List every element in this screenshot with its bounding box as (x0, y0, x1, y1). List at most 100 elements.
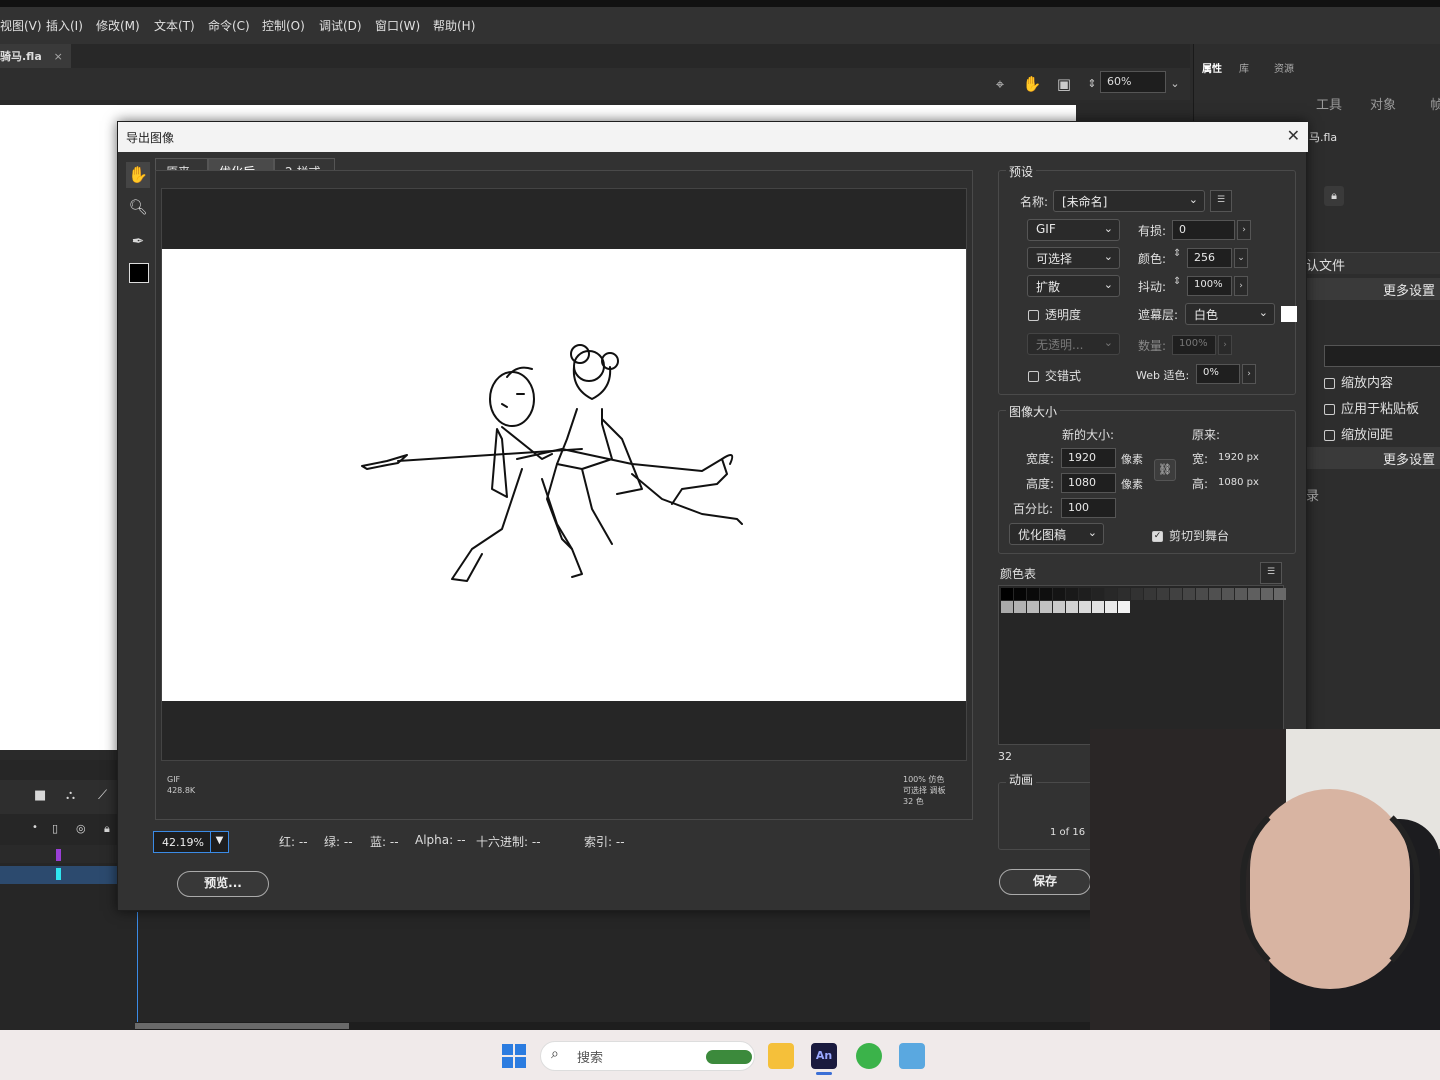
preview-image[interactable] (162, 249, 966, 701)
hand-icon[interactable]: ✋ (1022, 74, 1042, 94)
menu-text[interactable]: 文本(T) (154, 17, 195, 34)
scale-spacing-checkbox[interactable]: 缩放间距 (1324, 424, 1393, 443)
menu-view[interactable]: 视图(V) (0, 17, 42, 34)
close-icon[interactable]: ✕ (1287, 126, 1300, 145)
color-swatch[interactable] (1027, 601, 1039, 613)
matte-select[interactable]: 白色 ⌄ (1185, 303, 1275, 325)
color-swatch[interactable] (1170, 588, 1182, 600)
link-constrain-icon[interactable]: ⛓ (1154, 459, 1176, 481)
format-select[interactable]: GIF ⌄ (1027, 219, 1120, 241)
chevron-right-icon[interactable]: › (1234, 276, 1248, 296)
colors-stepper-icon[interactable]: ⇕ (1173, 248, 1181, 259)
zoom-icon[interactable]: 🔍︎ (126, 198, 150, 222)
color-swatch[interactable] (1066, 588, 1078, 600)
animate-app-icon[interactable]: An (811, 1043, 837, 1069)
tab-assets[interactable]: 资源 (1274, 60, 1294, 75)
menu-help[interactable]: 帮助(H) (433, 17, 475, 34)
color-swatch[interactable] (1261, 588, 1273, 600)
eye-hidden-icon[interactable]: ◎ (76, 822, 86, 835)
color-swatch[interactable] (1235, 588, 1247, 600)
value-input[interactable] (1324, 345, 1440, 367)
dither-select[interactable]: 扩散 ⌄ (1027, 275, 1120, 297)
scrollbar-thumb[interactable] (135, 1023, 349, 1029)
browser-icon[interactable] (856, 1043, 882, 1069)
preview-button[interactable]: 预览... (177, 871, 269, 897)
color-swatch[interactable] (1053, 601, 1065, 613)
color-swatch[interactable] (1001, 588, 1013, 600)
file-explorer-icon[interactable] (768, 1043, 794, 1069)
document-tab[interactable]: 骑马.fla × (0, 44, 71, 68)
color-swatch[interactable] (1144, 588, 1156, 600)
color-swatch[interactable] (1014, 588, 1026, 600)
color-table[interactable] (998, 585, 1286, 745)
transparency-type-select[interactable]: 无透明... ⌄ (1027, 333, 1120, 355)
preset-name-select[interactable]: [未命名] ⌄ (1053, 190, 1205, 212)
zoom-stepper-icon[interactable]: ⇕ (1082, 74, 1102, 94)
outline-icon[interactable]: ▯ (52, 822, 58, 835)
color-swatch[interactable] (1001, 601, 1013, 613)
more-settings-button-2[interactable]: 更多设置 (1306, 447, 1440, 469)
matte-color-swatch[interactable] (1281, 306, 1297, 322)
color-swatch[interactable] (1053, 588, 1065, 600)
resample-select[interactable]: 优化图稿 ⌄ (1009, 523, 1104, 545)
layer-parent-icon[interactable]: ⛬ (66, 788, 75, 803)
color-swatch[interactable] (1274, 588, 1286, 600)
windows-start-icon[interactable] (502, 1044, 526, 1068)
camera-icon[interactable]: ■ (34, 788, 46, 803)
scale-content-checkbox[interactable]: 缩放内容 (1324, 372, 1393, 391)
menu-modify[interactable]: 修改(M) (96, 17, 140, 34)
interlaced-checkbox[interactable]: 交错式 (1028, 367, 1081, 384)
timeline-layer-row-selected[interactable] (0, 866, 120, 884)
color-swatch[interactable] (1079, 588, 1091, 600)
chevron-down-icon[interactable]: ▼ (211, 831, 229, 853)
more-settings-button[interactable]: 更多设置 (1306, 278, 1440, 300)
chevron-right-icon[interactable]: › (1237, 220, 1251, 240)
web-snap-input[interactable]: 0% (1196, 364, 1240, 384)
save-button[interactable]: 保存 (999, 869, 1091, 895)
chevron-down-icon[interactable]: ⌄ (1165, 74, 1185, 94)
color-swatch[interactable] (1027, 588, 1039, 600)
color-swatch[interactable] (1092, 601, 1104, 613)
width-input[interactable]: 1920 (1061, 448, 1116, 468)
color-swatch[interactable] (1105, 588, 1117, 600)
apply-clipboard-checkbox[interactable]: 应用于粘贴板 (1324, 398, 1419, 417)
subtab-tools[interactable]: 工具 (1316, 94, 1342, 113)
color-swatch[interactable] (1079, 601, 1091, 613)
color-swatch[interactable] (1183, 588, 1195, 600)
chevron-right-icon[interactable]: › (1242, 364, 1256, 384)
color-swatch[interactable] (1196, 588, 1208, 600)
color-swatch[interactable] (1209, 588, 1221, 600)
color-swatch[interactable] (1248, 588, 1260, 600)
dither-input[interactable]: 100% (1187, 276, 1232, 296)
menu-debug[interactable]: 调试(D) (319, 17, 362, 34)
color-table-menu-icon[interactable]: ☰ (1260, 562, 1282, 584)
graph-icon[interactable]: ⟋ (98, 788, 107, 803)
transparency-checkbox[interactable]: 透明度 (1028, 306, 1081, 323)
dither-stepper-icon[interactable]: ⇕ (1173, 276, 1181, 287)
chevron-right-icon[interactable]: › (1218, 335, 1232, 355)
dot-icon[interactable]: • (32, 822, 38, 833)
menu-commands[interactable]: 命令(C) (208, 17, 250, 34)
height-input[interactable]: 1080 (1061, 473, 1116, 493)
lock-icon[interactable]: 🔒︎ (1324, 186, 1344, 206)
color-swatch[interactable] (1092, 588, 1104, 600)
eyedropper-color-swatch[interactable] (129, 263, 149, 283)
subtab-object[interactable]: 对象 (1370, 94, 1396, 113)
clip-to-stage-checkbox[interactable]: ✓ 剪切到舞台 (1152, 527, 1229, 544)
color-swatch[interactable] (1040, 601, 1052, 613)
snap-icon[interactable]: ⌖ (990, 74, 1010, 94)
menu-window[interactable]: 窗口(W) (375, 17, 420, 34)
preview-zoom-input[interactable]: 42.19% (153, 831, 211, 853)
colors-input[interactable]: 256 (1187, 248, 1232, 268)
clip-stage-icon[interactable]: ▣ (1054, 74, 1074, 94)
profile-row[interactable]: 认文件 (1306, 252, 1440, 274)
app-icon[interactable] (899, 1043, 925, 1069)
subtab-frame[interactable]: 帧 (1430, 94, 1440, 113)
lossy-input[interactable]: 0 (1172, 220, 1235, 240)
eyedropper-icon[interactable]: ✒ (126, 232, 150, 256)
lock-icon[interactable]: 🔒︎ (104, 822, 110, 836)
tab-properties[interactable]: 属性 (1202, 60, 1222, 75)
color-swatch[interactable] (1157, 588, 1169, 600)
menu-insert[interactable]: 插入(I) (46, 17, 83, 34)
preset-menu-icon[interactable]: ☰ (1210, 190, 1232, 212)
